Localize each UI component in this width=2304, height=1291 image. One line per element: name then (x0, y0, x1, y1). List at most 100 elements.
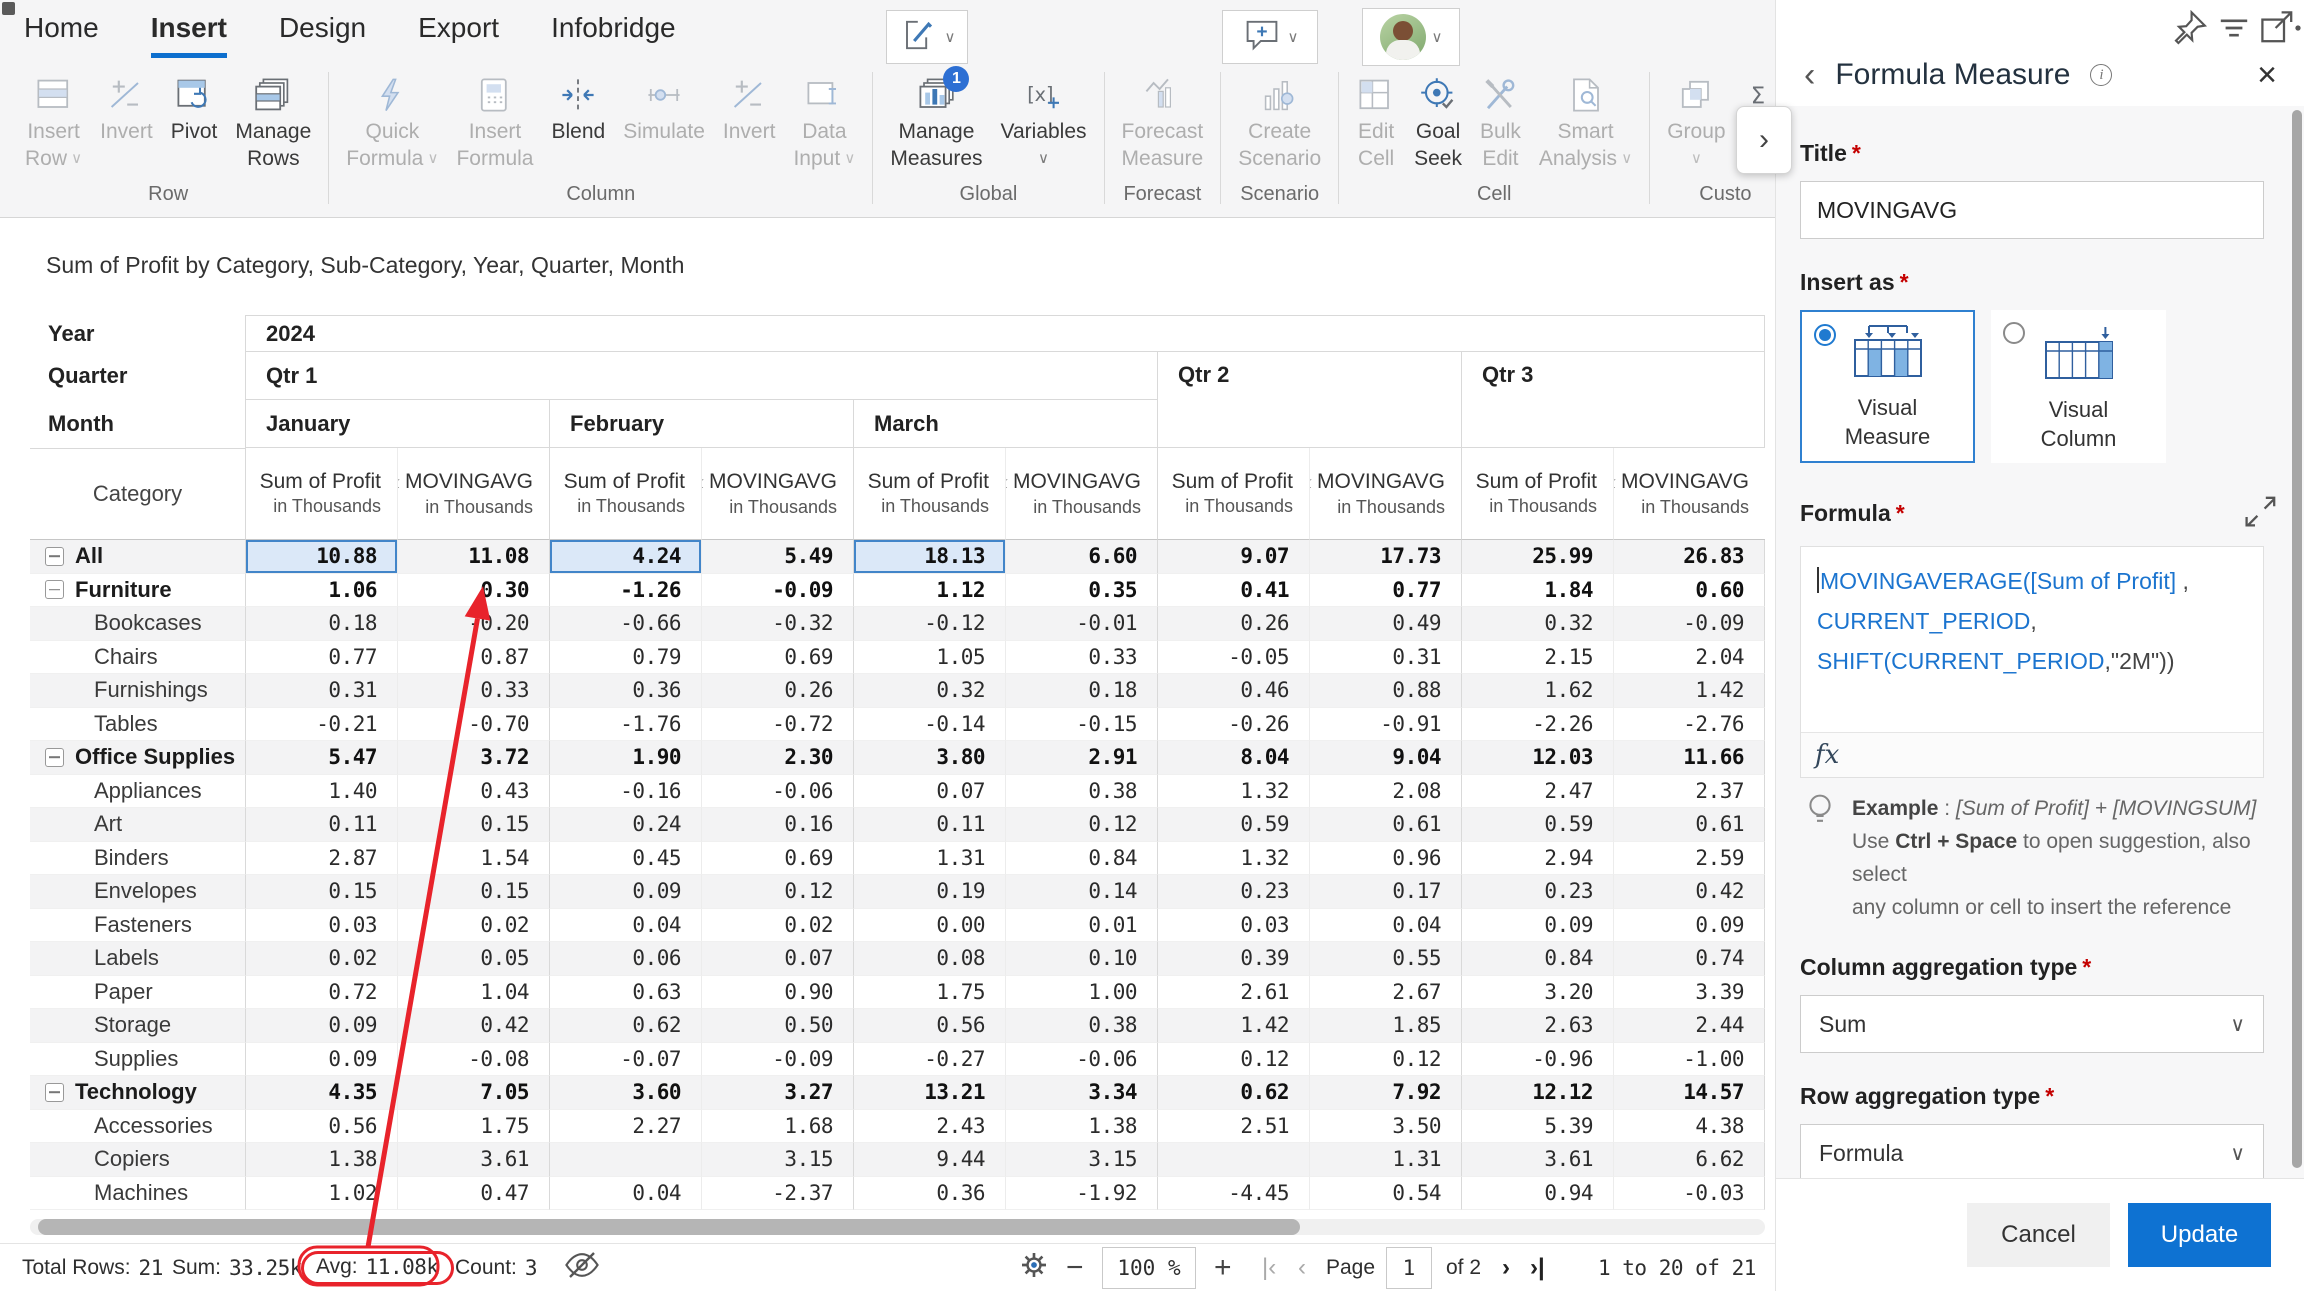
cell[interactable]: 1.32 (1157, 842, 1309, 876)
cell[interactable]: 2.59 (1613, 842, 1765, 876)
cell[interactable]: 0.94 (1461, 1177, 1613, 1211)
cell[interactable]: 13.21 (853, 1076, 1005, 1110)
formula-editor[interactable]: MOVINGAVERAGE([Sum of Profit] ,CURRENT_P… (1801, 547, 2263, 732)
measure-header-movingavg[interactable]: fxMOVINGAVGin Thousands (1005, 448, 1157, 540)
cell[interactable]: 0.01 (1005, 909, 1157, 943)
ribbon-button-simulate[interactable]: Simulate (614, 70, 714, 147)
cell[interactable]: 0.90 (701, 976, 853, 1010)
cell[interactable]: 0.23 (1157, 875, 1309, 909)
cell[interactable]: -0.14 (853, 708, 1005, 742)
ribbon-button-manage-measures[interactable]: 1ManageMeasures (881, 70, 991, 174)
tab-home[interactable]: Home (24, 12, 99, 58)
cell[interactable]: 17.73 (1309, 540, 1461, 574)
cell[interactable]: 6.60 (1005, 540, 1157, 574)
cell[interactable]: -0.27 (853, 1043, 1005, 1077)
tab-infobridge[interactable]: Infobridge (551, 12, 676, 58)
cell[interactable]: 0.77 (245, 641, 397, 675)
cell[interactable] (549, 1143, 701, 1177)
cell[interactable]: 0.43 (397, 775, 549, 809)
year-header-2024[interactable]: 2024 (245, 315, 1765, 352)
quarter-header-qtr2[interactable]: Qtr 2 (1157, 352, 1461, 448)
cell[interactable]: 0.09 (1613, 909, 1765, 943)
cell[interactable]: 3.61 (1461, 1143, 1613, 1177)
ribbon-scroll-right-button[interactable]: › (1736, 106, 1792, 174)
cell[interactable]: 0.60 (1613, 574, 1765, 608)
cell[interactable]: 1.00 (1005, 976, 1157, 1010)
column-aggregation-select[interactable]: Sum∨ (1800, 995, 2264, 1053)
cell[interactable]: -1.76 (549, 708, 701, 742)
cell[interactable]: 0.63 (549, 976, 701, 1010)
hide-stats-button[interactable] (562, 1244, 602, 1291)
cell[interactable]: 0.54 (1309, 1177, 1461, 1211)
cell[interactable]: 0.10 (1005, 942, 1157, 976)
cell[interactable]: 1.02 (245, 1177, 397, 1211)
collapse-icon[interactable] (45, 748, 64, 767)
ribbon-button-quick-formula[interactable]: QuickFormula ∨ (337, 70, 447, 174)
cell[interactable]: 1.90 (549, 741, 701, 775)
cell[interactable]: 0.11 (245, 808, 397, 842)
cell[interactable]: 0.04 (549, 909, 701, 943)
cell[interactable]: 0.77 (1309, 574, 1461, 608)
cell[interactable]: 0.42 (397, 1009, 549, 1043)
cell[interactable]: 0.18 (245, 607, 397, 641)
cell[interactable]: 2.30 (701, 741, 853, 775)
cell[interactable]: -1.26 (549, 574, 701, 608)
cell[interactable]: -2.26 (1461, 708, 1613, 742)
row-label-tables[interactable]: Tables (30, 708, 245, 742)
update-button[interactable]: Update (2128, 1203, 2271, 1267)
cell[interactable]: 1.42 (1613, 674, 1765, 708)
cell[interactable]: 9.07 (1157, 540, 1309, 574)
cell[interactable]: 3.39 (1613, 976, 1765, 1010)
cell[interactable]: -0.32 (701, 607, 853, 641)
cell[interactable]: 0.31 (245, 674, 397, 708)
cell[interactable]: 0.84 (1461, 942, 1613, 976)
zoom-out-button[interactable]: − (1066, 1244, 1084, 1291)
cell[interactable]: 2.08 (1309, 775, 1461, 809)
cell[interactable]: 4.24 (549, 540, 701, 574)
cell[interactable]: 9.44 (853, 1143, 1005, 1177)
panel-close-button[interactable]: × (2257, 58, 2277, 92)
cell[interactable]: 3.72 (397, 741, 549, 775)
cell[interactable]: 0.74 (1613, 942, 1765, 976)
cell[interactable]: 0.07 (853, 775, 1005, 809)
cell[interactable]: 0.09 (245, 1043, 397, 1077)
measure-header-movingavg[interactable]: fxMOVINGAVGin Thousands (397, 448, 549, 540)
cell[interactable]: 12.12 (1461, 1076, 1613, 1110)
cell[interactable]: 0.47 (397, 1177, 549, 1211)
tab-design[interactable]: Design (279, 12, 366, 58)
cell[interactable]: -0.20 (397, 607, 549, 641)
month-header-january[interactable]: January (245, 400, 549, 448)
cell[interactable]: 18.13 (853, 540, 1005, 574)
prev-page-button[interactable]: ‹ (1298, 1244, 1306, 1291)
row-label-machines[interactable]: Machines (30, 1177, 245, 1211)
cell[interactable]: 2.94 (1461, 842, 1613, 876)
cell[interactable]: -0.12 (853, 607, 1005, 641)
cell[interactable]: -2.76 (1613, 708, 1765, 742)
row-label-binders[interactable]: Binders (30, 842, 245, 876)
cell[interactable]: 0.07 (701, 942, 853, 976)
measure-header-sum-of-profit[interactable]: Sum of Profitin Thousands (549, 448, 701, 540)
cell[interactable]: 0.08 (853, 942, 1005, 976)
cell[interactable]: -1.00 (1613, 1043, 1765, 1077)
ribbon-button-edit-cell[interactable]: EditCell (1347, 70, 1405, 174)
cell[interactable]: 3.15 (1005, 1143, 1157, 1177)
cell[interactable]: 1.04 (397, 976, 549, 1010)
cell[interactable]: 0.87 (397, 641, 549, 675)
cell[interactable]: 3.15 (701, 1143, 853, 1177)
cell[interactable]: 1.54 (397, 842, 549, 876)
cell[interactable]: 0.46 (1157, 674, 1309, 708)
cell[interactable]: 3.80 (853, 741, 1005, 775)
cell[interactable]: 0.69 (701, 842, 853, 876)
cell[interactable]: 11.08 (397, 540, 549, 574)
collapse-icon[interactable] (45, 1083, 64, 1102)
row-label-appliances[interactable]: Appliances (30, 775, 245, 809)
horizontal-scrollbar-thumb[interactable] (38, 1219, 1300, 1235)
cell[interactable]: 0.32 (1461, 607, 1613, 641)
title-input[interactable]: MOVINGAVG (1800, 181, 2264, 239)
row-label-furnishings[interactable]: Furnishings (30, 674, 245, 708)
cell[interactable]: 0.02 (245, 942, 397, 976)
cell[interactable]: 0.56 (245, 1110, 397, 1144)
cell[interactable]: -0.26 (1157, 708, 1309, 742)
cell[interactable]: 26.83 (1613, 540, 1765, 574)
cell[interactable]: 0.42 (1613, 875, 1765, 909)
